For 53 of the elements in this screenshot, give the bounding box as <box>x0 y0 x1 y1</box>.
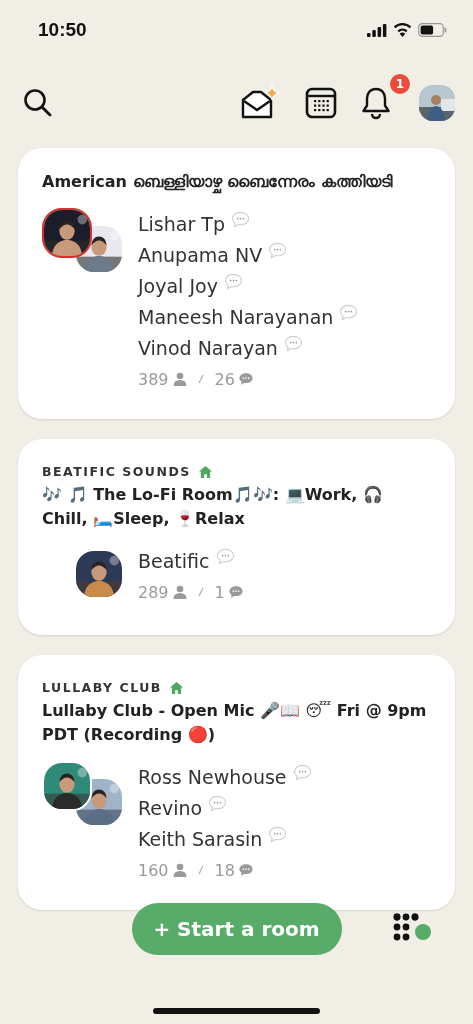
slash-divider <box>196 586 205 598</box>
chat-bubble-icon <box>238 863 253 877</box>
online-grid-icon[interactable] <box>393 913 433 943</box>
chat-bubble-icon <box>228 585 243 599</box>
notifications-bell-icon[interactable] <box>361 85 391 120</box>
battery-icon <box>418 23 447 37</box>
speaker-name: Joyal Joy <box>138 274 218 297</box>
chat-bubble-icon <box>208 795 228 812</box>
speaker-name: Anupama NV <box>138 243 263 266</box>
room-title: Lullaby Club - Open Mic 🎤📖 😴 Fri @ 9pm PDT (Recording 🔴) <box>42 700 428 746</box>
person-icon <box>172 585 187 599</box>
chat-bubble-icon <box>238 372 253 386</box>
listener-count: 289 <box>138 582 169 602</box>
envelope-sparkle-icon[interactable] <box>241 85 281 120</box>
slash-divider <box>196 373 205 385</box>
wifi-icon <box>393 23 412 37</box>
listener-count: 160 <box>138 860 169 880</box>
chat-bubble-icon <box>230 211 250 228</box>
listener-count: 389 <box>138 369 169 389</box>
speaker-name: Beatific <box>138 549 210 572</box>
chat-bubble-icon <box>339 304 359 321</box>
chat-bubble-icon <box>268 242 288 259</box>
speaker-avatar[interactable] <box>42 208 92 258</box>
signal-icon <box>367 23 387 37</box>
status-time: 10:50 <box>38 19 87 41</box>
home-icon <box>169 681 183 694</box>
speaker-name: Maneesh Narayanan <box>138 305 334 328</box>
speaker-count: 18 <box>214 860 235 880</box>
speaker-name: Vinod Narayan <box>138 336 278 359</box>
chat-bubble-icon <box>215 548 235 565</box>
room-title: American ബെള്ളിയാഴ്ച ബൈന്നേരം കത്തിയടി <box>42 170 431 194</box>
room-card[interactable]: American ബെള്ളിയാഴ്ച ബൈന്നേരം കത്തിയടി Lishar Tp Anupama NV Joyal Joy Maneesh Narayanan Vinod Narayan 389 26 <box>18 148 455 419</box>
slash-divider <box>196 864 205 876</box>
room-title: 🎶 🎵 The Lo-Fi Room🎵🎶: 💻Work, 🎧 Chill, 🛏Sleep, 🍷Relax <box>42 484 384 530</box>
club-name: LULLABY CLUB <box>42 680 162 695</box>
speaker-count: 26 <box>214 369 235 389</box>
speaker-name: Lishar Tp <box>138 212 225 235</box>
person-icon <box>172 372 187 386</box>
home-icon <box>198 465 212 478</box>
speaker-name: Ross Newhouse <box>138 765 287 788</box>
person-icon <box>172 863 187 877</box>
chat-bubble-icon <box>223 273 243 290</box>
chat-bubble-icon <box>283 335 303 352</box>
notification-badge: 1 <box>388 71 412 96</box>
chat-bubble-icon <box>268 826 288 843</box>
club-name: BEATIFIC SOUNDS <box>42 464 191 479</box>
calendar-icon[interactable] <box>305 86 337 119</box>
speaker-name: Keith Sarasin <box>138 827 263 850</box>
room-card[interactable]: BEATIFIC SOUNDS 🎶 🎵 The Lo-Fi Room🎵🎶: 💻Work, 🎧 Chill, 🛏Sleep, 🍷Relax Beatific 289 1 <box>18 439 455 635</box>
search-button[interactable] <box>22 86 54 119</box>
speaker-count: 1 <box>214 582 225 602</box>
chat-bubble-icon <box>292 764 312 781</box>
speaker-name: Revino <box>138 796 203 819</box>
